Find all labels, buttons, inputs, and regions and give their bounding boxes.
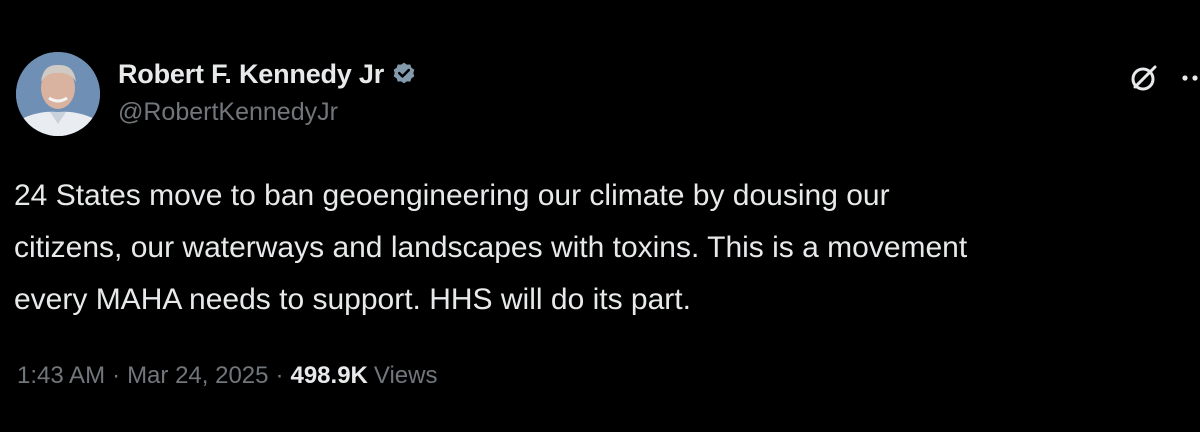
tweet-text-line: citizens, our waterways and landscapes w… [14,231,968,264]
tweet-metadata: 1:43 AM · Mar 24, 2025 · 498.9K Views [17,362,437,390]
display-name[interactable]: Robert F. Kennedy Jr [118,59,384,90]
tweet-text: 24 States move to ban geoengineering our… [14,170,1200,326]
meta-separator: · [275,362,284,389]
tweet-date[interactable]: Mar 24, 2025 [127,362,268,390]
verified-badge-icon [391,61,417,87]
avatar[interactable] [16,52,100,136]
more-options-button[interactable] [1176,58,1200,98]
more-icon [1182,75,1198,81]
grok-button[interactable] [1124,58,1164,98]
view-count[interactable]: 498.9K [290,362,367,390]
tweet-card: Robert F. Kennedy Jr @RobertKennedyJr 24… [0,0,1200,432]
username-handle[interactable]: @RobertKennedyJr [118,98,417,127]
author-info: Robert F. Kennedy Jr @RobertKennedyJr [118,56,417,127]
tweet-time[interactable]: 1:43 AM [17,362,105,390]
tweet-text-line: 24 States move to ban geoengineering our… [14,179,890,212]
views-label: Views [373,362,438,389]
meta-separator: · [112,362,121,389]
tweet-text-line: every MAHA needs to support. HHS will do… [14,283,691,316]
name-row: Robert F. Kennedy Jr [118,56,417,92]
avatar-image [16,52,100,136]
grok-icon [1131,65,1157,91]
